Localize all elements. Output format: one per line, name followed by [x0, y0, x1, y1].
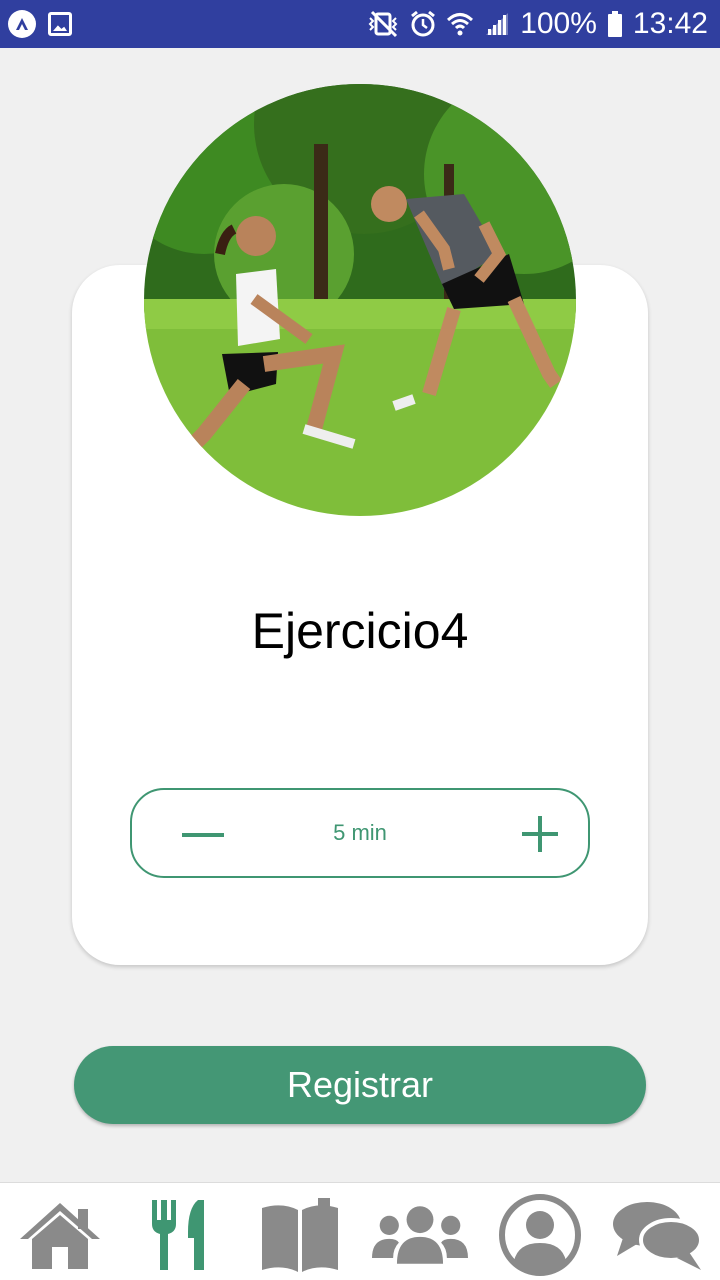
home-icon — [20, 1203, 100, 1269]
exercise-photo — [144, 84, 576, 516]
status-bar: 100% 13:42 — [0, 0, 720, 48]
increase-duration-button[interactable] — [522, 816, 558, 852]
nav-community[interactable] — [372, 1193, 468, 1277]
decrease-duration-button[interactable] — [182, 833, 224, 837]
utensils-icon — [152, 1200, 204, 1270]
vibrate-mute-icon — [368, 10, 398, 38]
book-icon — [262, 1198, 338, 1272]
nav-library[interactable] — [252, 1193, 348, 1277]
wifi-icon — [447, 13, 474, 36]
status-bar-notifications — [8, 10, 72, 38]
alarm-icon — [411, 10, 436, 37]
nav-food[interactable] — [132, 1193, 228, 1277]
bottom-navigation — [0, 1182, 720, 1280]
users-icon — [372, 1206, 468, 1264]
status-time: 13:42 — [632, 7, 708, 40]
exercise-title: Ejercicio4 — [251, 603, 469, 659]
app-notification-icon — [8, 10, 36, 38]
chat-icon — [613, 1202, 703, 1270]
battery-icon — [607, 11, 622, 37]
signal-icon — [486, 13, 509, 35]
image-notification-icon — [48, 12, 72, 36]
duration-stepper: 5 min — [130, 788, 590, 878]
nav-home[interactable] — [12, 1193, 108, 1277]
register-button[interactable]: Registrar — [74, 1046, 646, 1124]
nav-messages[interactable] — [610, 1193, 706, 1277]
profile-icon — [499, 1194, 581, 1276]
status-bar-system: 100% 13:42 — [366, 7, 708, 41]
battery-percentage: 100% — [520, 7, 597, 40]
nav-profile[interactable] — [492, 1193, 588, 1277]
